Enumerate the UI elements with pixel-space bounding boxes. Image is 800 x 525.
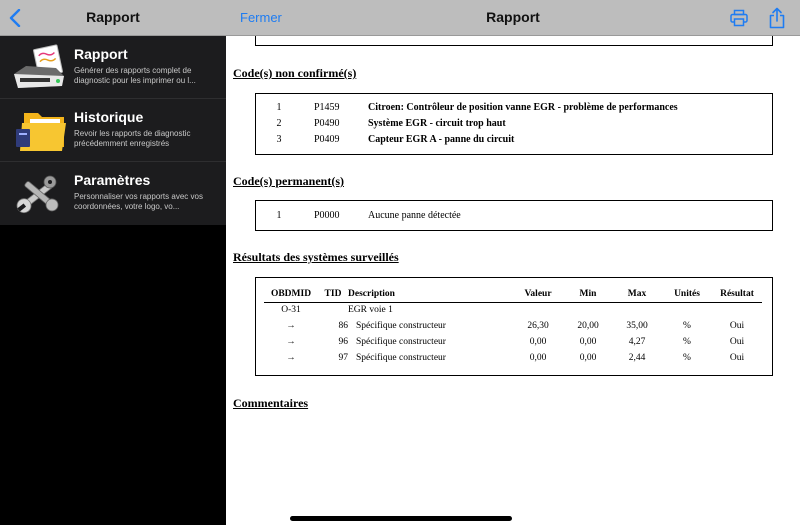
code-id: P1459 bbox=[314, 102, 340, 113]
folder-icon bbox=[16, 113, 66, 151]
code-description: Capteur EGR A - panne du circuit bbox=[368, 134, 515, 145]
code-description: Système EGR - circuit trop haut bbox=[368, 118, 506, 129]
table-cell: Oui bbox=[729, 353, 745, 363]
table-cell bbox=[564, 303, 612, 319]
report-title: Rapport bbox=[486, 9, 540, 25]
close-button[interactable]: Fermer bbox=[240, 10, 282, 25]
section-heading-permanent: Code(s) permanent(s) bbox=[233, 174, 344, 188]
table-cell: O-31 bbox=[281, 305, 301, 316]
table-row: → 96 Spécifique constructeur 0,00 0,00 4… bbox=[264, 335, 762, 351]
menu-item-title: Historique bbox=[74, 109, 144, 125]
table-cell: 2,44 bbox=[628, 353, 646, 363]
column-header: TID bbox=[318, 287, 348, 303]
table-cell: 20,00 bbox=[577, 321, 599, 331]
table-cell: % bbox=[683, 353, 691, 363]
column-header: Min bbox=[564, 287, 612, 303]
code-index: 3 bbox=[276, 134, 282, 145]
table-cell: Oui bbox=[729, 321, 745, 331]
sidebar-header: Rapport bbox=[0, 0, 226, 36]
row-description: Spécifique constructeur bbox=[356, 337, 446, 347]
table-cell: Oui bbox=[729, 337, 745, 347]
tools-icon bbox=[16, 175, 59, 214]
permanent-codes-box: 1 P0000 Aucune panne détectée bbox=[255, 200, 773, 231]
table-cell bbox=[662, 303, 712, 319]
column-header: Max bbox=[612, 287, 662, 303]
table-cell: 86 bbox=[338, 321, 349, 331]
table-row: → 86 Spécifique constructeur 26,30 20,00… bbox=[264, 319, 762, 335]
code-description: Aucune panne détectée bbox=[368, 210, 461, 221]
sidebar-title: Rapport bbox=[86, 9, 140, 25]
report-printer-icon bbox=[14, 44, 64, 88]
table-cell: EGR voie 1 bbox=[348, 305, 393, 316]
monitored-results-box: OBDMID TID Description Valeur Min Max Un… bbox=[255, 277, 773, 376]
menu-item-description: Personnaliser vos rapports avec vos coor… bbox=[74, 192, 203, 211]
row-description: Spécifique constructeur bbox=[356, 353, 446, 363]
code-id: P0000 bbox=[314, 210, 340, 221]
home-indicator[interactable] bbox=[290, 516, 512, 521]
column-header: OBDMID bbox=[264, 287, 318, 303]
column-header: Résultat bbox=[712, 287, 762, 303]
table-cell bbox=[318, 303, 348, 319]
table-cell: 0,00 bbox=[529, 337, 547, 347]
section-heading-monitored: Résultats des systèmes surveillés bbox=[233, 250, 399, 264]
menu-item-description: Générer des rapports complet de diagnost… bbox=[74, 66, 196, 85]
code-row: 2 P0490 Système EGR - circuit trop haut bbox=[256, 118, 772, 134]
table-cell bbox=[712, 303, 762, 319]
table-cell: Spécifique constructeur bbox=[348, 335, 512, 351]
menu-item-title: Paramètres bbox=[74, 172, 151, 188]
table-cell: 4,27 bbox=[628, 337, 646, 347]
table-cell: → bbox=[286, 353, 296, 363]
code-index: 1 bbox=[276, 102, 282, 113]
table-cell: % bbox=[683, 321, 691, 331]
code-id: P0409 bbox=[314, 134, 340, 145]
section-heading-comments: Commentaires bbox=[233, 396, 309, 410]
menu-item-description: Revoir les rapports de diagnostic précéd… bbox=[74, 129, 191, 148]
print-button[interactable] bbox=[728, 7, 750, 29]
table-cell: 0,00 bbox=[579, 353, 597, 363]
code-id: P0490 bbox=[314, 118, 340, 129]
table-cell: 96 bbox=[338, 337, 349, 347]
sidebar: Rapport Rapport Générer des rapports com… bbox=[0, 0, 226, 525]
code-index: 2 bbox=[276, 118, 282, 129]
menu-item-historique[interactable]: Historique Revoir les rapports de diagno… bbox=[0, 99, 226, 162]
code-row: 3 P0409 Capteur EGR A - panne du circuit bbox=[256, 134, 772, 150]
row-description: Spécifique constructeur bbox=[356, 321, 446, 331]
column-header: Description bbox=[348, 287, 512, 303]
code-row: 1 P1459 Citroen: Contrôleur de position … bbox=[256, 102, 772, 118]
code-row: 1 P0000 Aucune panne détectée bbox=[256, 210, 772, 226]
menu-item-parametres[interactable]: Paramètres Personnaliser vos rapports av… bbox=[0, 162, 226, 225]
share-button[interactable] bbox=[766, 7, 788, 29]
menu-list: Rapport Générer des rapports complet de … bbox=[0, 36, 226, 225]
table-cell: 26,30 bbox=[527, 321, 549, 331]
table-cell: % bbox=[683, 337, 691, 347]
table-row: → 97 Spécifique constructeur 0,00 0,00 2… bbox=[264, 351, 762, 367]
table-cell: Spécifique constructeur bbox=[348, 351, 512, 367]
report-panel: Fermer Rapport Code(s) non confirmé(s) 1… bbox=[226, 0, 800, 525]
report-header: Fermer Rapport bbox=[226, 0, 800, 36]
table-row: O-31 EGR voie 1 bbox=[264, 303, 762, 319]
table-cell: → bbox=[286, 337, 296, 347]
menu-item-title: Rapport bbox=[74, 46, 128, 62]
code-description: Citroen: Contrôleur de position vanne EG… bbox=[368, 102, 678, 113]
table-cell: 0,00 bbox=[529, 353, 547, 363]
menu-item-rapport[interactable]: Rapport Générer des rapports complet de … bbox=[0, 36, 226, 99]
share-icon bbox=[769, 7, 785, 29]
table-cell: 97 bbox=[338, 353, 349, 363]
printer-icon bbox=[730, 9, 748, 27]
table-header-row: OBDMID TID Description Valeur Min Max Un… bbox=[264, 287, 762, 303]
column-header: Unités bbox=[662, 287, 712, 303]
code-index: 1 bbox=[276, 210, 282, 221]
section-heading-unconfirmed: Code(s) non confirmé(s) bbox=[233, 66, 357, 80]
unconfirmed-codes-box: 1 P1459 Citroen: Contrôleur de position … bbox=[255, 93, 773, 155]
table-cell: → bbox=[286, 321, 296, 331]
monitored-results-table: OBDMID TID Description Valeur Min Max Un… bbox=[264, 287, 762, 367]
table-cell: 35,00 bbox=[626, 321, 648, 331]
table-cell: Spécifique constructeur bbox=[348, 319, 512, 335]
table-cell bbox=[512, 303, 564, 319]
column-header: Valeur bbox=[512, 287, 564, 303]
table-cell bbox=[612, 303, 662, 319]
table-cell: 0,00 bbox=[579, 337, 597, 347]
